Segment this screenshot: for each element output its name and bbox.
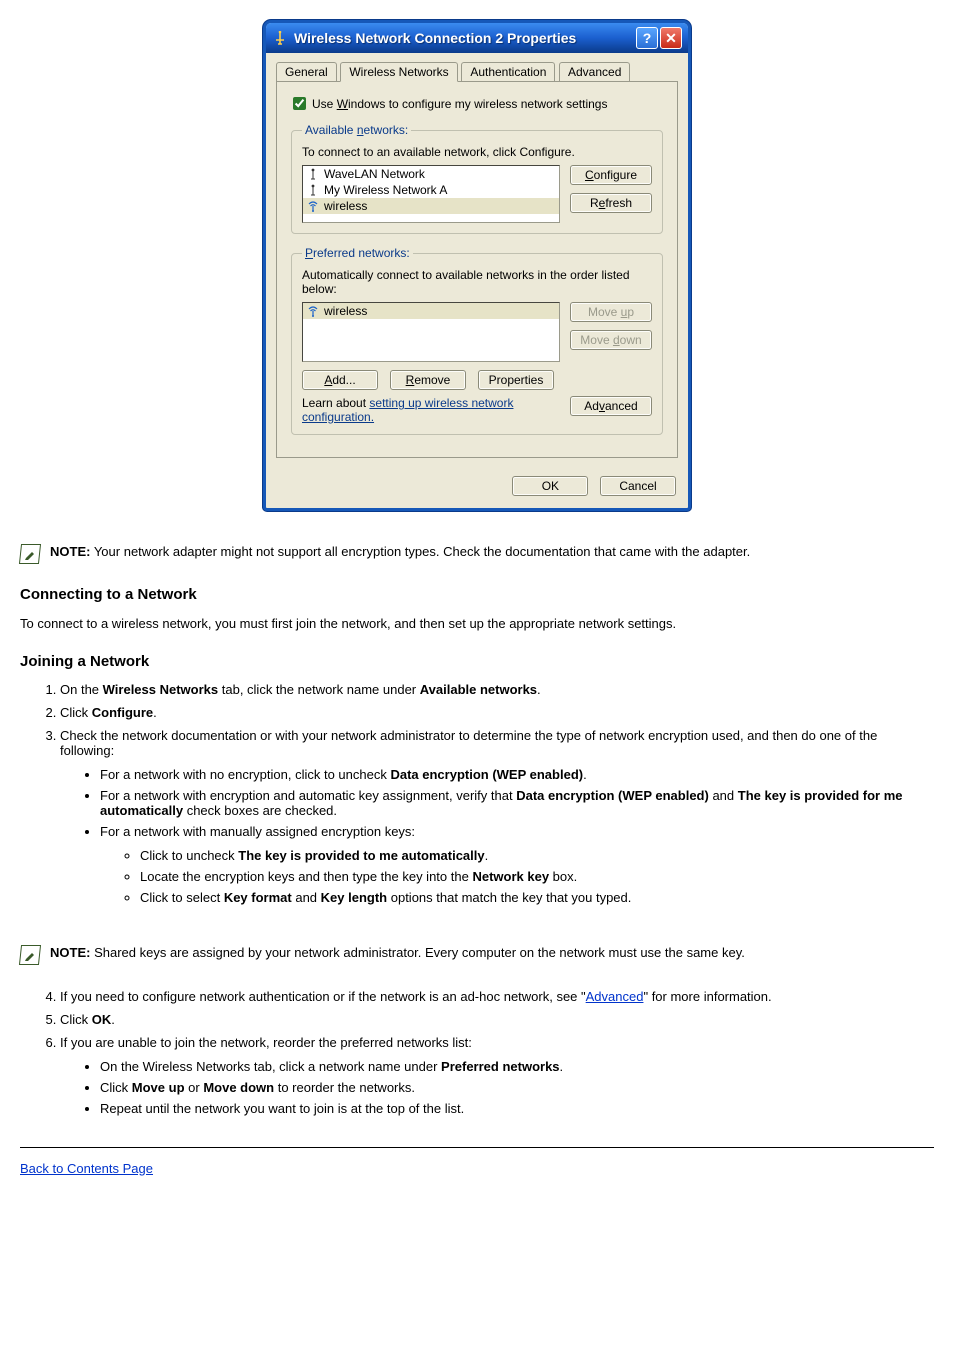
signal-icon [307,305,319,317]
available-networks-list[interactable]: WaveLAN Network My Wireless Network A wi… [302,165,560,223]
step-4: If you need to configure network authent… [60,985,934,1008]
network-name: My Wireless Network A [324,183,447,197]
list-item[interactable]: WaveLAN Network [303,166,559,182]
tab-strip: General Wireless Networks Authentication… [266,53,688,81]
list-item[interactable]: wireless [303,303,559,319]
advanced-button[interactable]: Advanced [570,396,652,416]
tab-wireless-networks[interactable]: Wireless Networks [340,62,457,82]
tab-advanced[interactable]: Advanced [559,62,630,81]
use-windows-label: Use Windows to configure my wireless net… [312,97,607,111]
step-3c: For a network with manually assigned enc… [100,821,934,917]
preferred-hint: Automatically connect to available netwo… [302,268,652,296]
note-icon [19,544,41,564]
refresh-button[interactable]: Refresh [570,193,652,213]
preferred-networks-list[interactable]: wireless [302,302,560,362]
step-3b: For a network with encryption and automa… [100,785,934,821]
note-1: NOTE: Your network adapter might not sup… [20,544,934,564]
list-item[interactable]: My Wireless Network A [303,182,559,198]
tab-general[interactable]: General [276,62,337,81]
help-button[interactable]: ? [636,27,658,49]
available-networks-legend: Available networks: [302,123,411,137]
note-label: NOTE: [50,544,90,559]
divider [20,1147,934,1148]
ok-button[interactable]: OK [512,476,588,496]
step-6: If you are unable to join the network, r… [60,1031,934,1129]
move-down-button[interactable]: Move down [570,330,652,350]
tab-authentication[interactable]: Authentication [461,62,555,81]
network-name: wireless [324,304,367,318]
step-1: On the Wireless Networks tab, click the … [60,678,934,701]
add-button[interactable]: Add... [302,370,378,390]
window-title: Wireless Network Connection 2 Properties [294,30,634,46]
step-3a: For a network with no encryption, click … [100,764,934,785]
note-icon [19,945,41,965]
step-3: Check the network documentation or with … [60,724,934,927]
learn-about-text: Learn about setting up wireless network … [302,396,570,424]
note-label: NOTE: [50,945,90,960]
dialog-footer: OK Cancel [266,468,688,508]
move-up-button[interactable]: Move up [570,302,652,322]
step-2: Click Configure. [60,701,934,724]
note-text: Shared keys are assigned by your network… [90,945,744,960]
window-icon [272,30,288,46]
heading-joining: Joining a Network [20,653,934,670]
tab-panel: Use Windows to configure my wireless net… [276,81,678,458]
network-name: WaveLAN Network [324,167,425,181]
use-windows-checkbox-row[interactable]: Use Windows to configure my wireless net… [289,94,665,113]
available-networks-group: Available networks: To connect to an ava… [291,123,663,234]
use-windows-checkbox[interactable] [293,97,306,110]
join-steps: On the Wireless Networks tab, click the … [20,678,934,927]
remove-button[interactable]: Remove [390,370,466,390]
preferred-networks-group: Preferred networks: Automatically connec… [291,246,663,435]
titlebar[interactable]: Wireless Network Connection 2 Properties… [266,23,688,53]
note-2: NOTE: Shared keys are assigned by your n… [20,945,934,965]
network-name: wireless [324,199,367,213]
advanced-link[interactable]: Advanced [586,989,644,1004]
note-text: Your network adapter might not support a… [90,544,750,559]
join-steps-cont: If you need to configure network authent… [20,985,934,1129]
back-to-contents-link[interactable]: Back to Contents Page [20,1161,153,1176]
cancel-button[interactable]: Cancel [600,476,676,496]
heading-connecting: Connecting to a Network [20,586,934,603]
properties-button[interactable]: Properties [478,370,554,390]
antenna-icon [307,184,319,196]
list-item[interactable]: wireless [303,198,559,214]
intro-connecting: To connect to a wireless network, you mu… [20,616,934,631]
antenna-icon [307,168,319,180]
preferred-networks-legend: Preferred networks: [302,246,413,260]
close-button[interactable]: ✕ [660,27,682,49]
step-5: Click OK. [60,1008,934,1031]
signal-icon [307,200,319,212]
properties-dialog: Wireless Network Connection 2 Properties… [263,20,691,511]
configure-button[interactable]: Configure [570,165,652,185]
available-hint: To connect to an available network, clic… [302,145,652,159]
